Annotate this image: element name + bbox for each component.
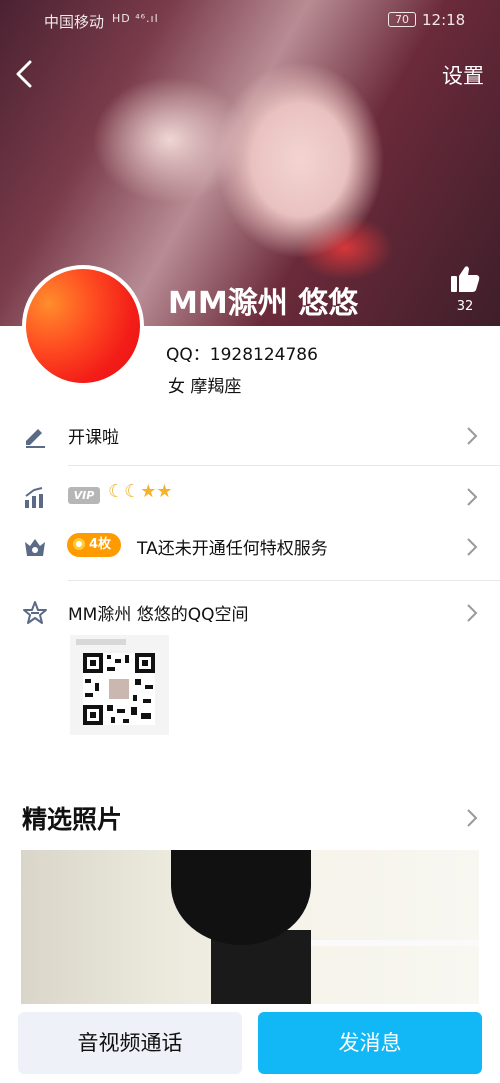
- divider: [68, 465, 500, 466]
- signature-text: 开课啦: [68, 428, 119, 448]
- crown-icon: [25, 539, 45, 556]
- coin-badge: 4枚: [67, 533, 122, 557]
- star-icon: [23, 601, 47, 624]
- status-time: 12:18: [422, 11, 466, 29]
- qzone-row[interactable]: MM滁州 悠悠的QQ空间: [0, 588, 500, 638]
- settings-button[interactable]: 设置: [442, 60, 484, 90]
- chevron-right-icon: [467, 604, 478, 622]
- coin-count: 4枚: [89, 537, 112, 552]
- chevron-right-icon: [467, 538, 478, 556]
- qzone-title: MM滁州 悠悠的QQ空间: [68, 605, 249, 625]
- pencil-icon: [26, 429, 45, 448]
- thumbs-up-icon: [451, 266, 480, 292]
- nickname: MM滁州 悠悠: [168, 286, 359, 321]
- signal-icon: HD ⁴⁶.ıl: [112, 12, 159, 25]
- divider: [68, 580, 500, 581]
- gender-zodiac: 女 摩羯座: [168, 377, 242, 397]
- chevron-right-icon: [467, 427, 478, 445]
- featured-photo[interactable]: [21, 850, 479, 1010]
- chevron-right-icon[interactable]: [466, 808, 478, 828]
- qr-code-icon: [83, 653, 155, 725]
- chevron-right-icon: [467, 488, 478, 506]
- level-up-icon: [25, 487, 43, 508]
- privilege-text: TA还未开通任何特权服务: [137, 539, 328, 559]
- coin-icon: [73, 538, 85, 550]
- battery-icon: 70: [388, 12, 416, 27]
- photo-railing: [311, 940, 479, 946]
- status-bar: 中国移动 HD ⁴⁶.ıl 70 12:18: [0, 0, 500, 38]
- vip-level-icons: ☾☾★★: [108, 481, 173, 502]
- featured-photos-title: 精选照片: [22, 805, 123, 834]
- carrier-label: 中国移动: [44, 13, 105, 31]
- qzone-thumbnail[interactable]: [70, 635, 169, 735]
- signature-row[interactable]: 开课啦: [0, 411, 500, 461]
- avatar[interactable]: [22, 265, 144, 387]
- vip-badge: VIP: [68, 487, 100, 504]
- chevron-left-icon: [16, 60, 32, 88]
- thumbnail-header: [76, 639, 126, 645]
- like-count: 32: [456, 299, 474, 314]
- privilege-row[interactable]: 4枚 TA还未开通任何特权服务: [0, 522, 500, 572]
- qq-number: QQ：1928124786: [166, 345, 318, 365]
- back-button[interactable]: [12, 58, 40, 90]
- send-message-button[interactable]: 发消息: [258, 1012, 482, 1074]
- like-button[interactable]: 32: [450, 265, 480, 314]
- video-call-button[interactable]: 音视频通话: [18, 1012, 242, 1074]
- vip-row[interactable]: VIP ☾☾★★: [0, 472, 500, 522]
